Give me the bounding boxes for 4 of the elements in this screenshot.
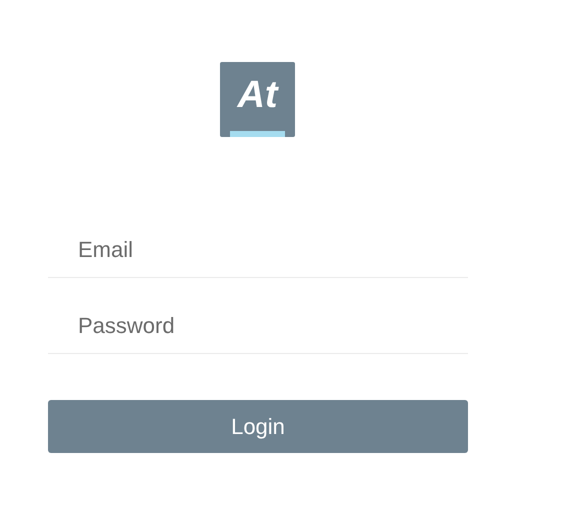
login-button[interactable]: Login [48,400,468,453]
password-field[interactable]: Password [48,298,468,354]
logo: At [220,62,295,137]
email-field[interactable]: Email [48,222,468,278]
